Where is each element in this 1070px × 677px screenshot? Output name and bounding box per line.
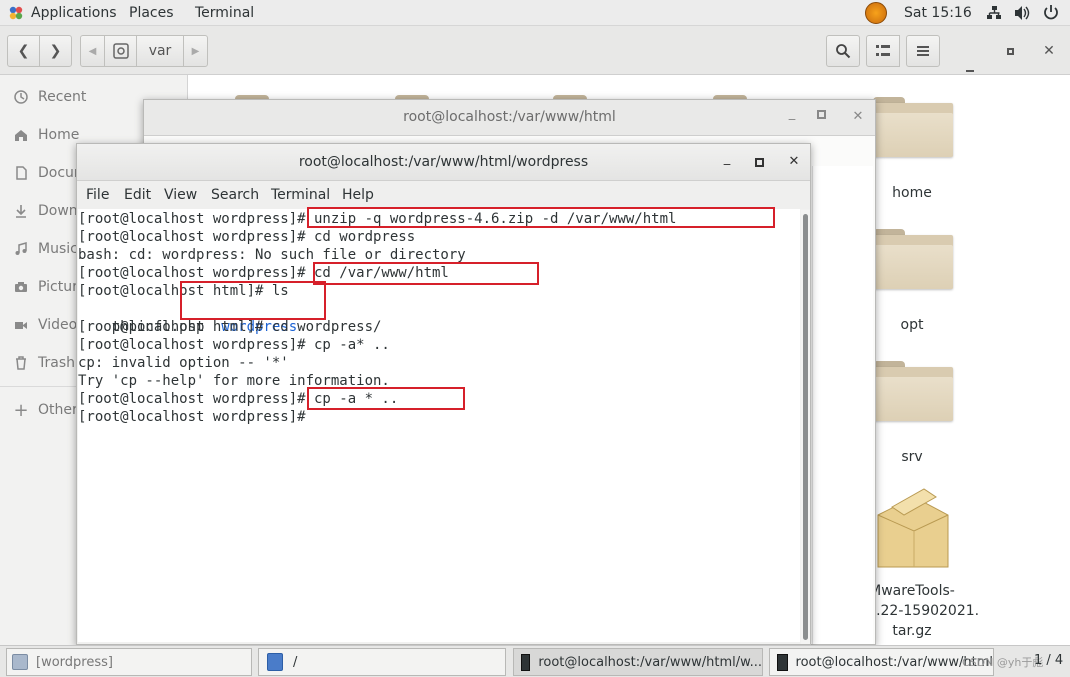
archive-icon[interactable] bbox=[874, 485, 952, 573]
document-icon bbox=[14, 166, 28, 180]
maximize-button[interactable] bbox=[1001, 35, 1019, 67]
highlight-box bbox=[180, 281, 326, 320]
terminal-line: cp: invalid option -- '*' bbox=[78, 355, 289, 371]
back-button[interactable]: ❮ bbox=[7, 35, 40, 67]
file-label[interactable]: home bbox=[862, 185, 962, 201]
terminal-line: [root@localhost wordpress]# bbox=[78, 409, 306, 425]
file-manager-icon bbox=[267, 653, 283, 671]
sidebar-item-label: Music bbox=[38, 241, 78, 257]
minimize-icon[interactable]: _ bbox=[719, 151, 735, 166]
window-title: root@localhost:/var/www/html/wordpress bbox=[298, 154, 589, 170]
scrollbar-thumb[interactable] bbox=[803, 214, 808, 640]
terminal-line: [root@localhost html]# cd wordpress/ bbox=[78, 319, 382, 335]
maximize-icon[interactable] bbox=[817, 110, 826, 119]
trash-icon bbox=[14, 356, 28, 370]
file-label[interactable]: opt bbox=[862, 317, 962, 333]
folder-icon[interactable] bbox=[873, 97, 953, 157]
clock-icon bbox=[14, 90, 28, 104]
minimize-button[interactable] bbox=[961, 64, 979, 72]
maximize-icon bbox=[1006, 47, 1014, 55]
highlight-box bbox=[313, 262, 539, 285]
close-button[interactable]: ✕ bbox=[1040, 35, 1058, 67]
sidebar-item-label: Trash bbox=[38, 355, 75, 371]
search-icon bbox=[836, 44, 851, 59]
applications-icon bbox=[8, 5, 24, 21]
hamburger-icon bbox=[917, 46, 929, 56]
close-icon[interactable]: ✕ bbox=[850, 109, 866, 124]
terminal-icon bbox=[777, 653, 788, 671]
triangle-right-icon: ▶ bbox=[191, 45, 200, 57]
path-root-button[interactable] bbox=[104, 35, 137, 67]
home-icon bbox=[14, 128, 28, 142]
terminal-line: [root@localhost wordpress]# cd wordpress bbox=[78, 229, 416, 245]
minimize-icon[interactable]: _ bbox=[784, 106, 800, 121]
menu-help[interactable]: Help bbox=[342, 187, 374, 203]
path-segment-var[interactable]: var bbox=[136, 35, 184, 67]
window-title: root@localhost:/var/www/html bbox=[403, 109, 616, 125]
workspace-switcher[interactable]: 1 / 4 bbox=[1034, 653, 1063, 668]
places-menu[interactable]: Places bbox=[129, 0, 174, 26]
search-button[interactable] bbox=[826, 35, 860, 67]
back-terminal-body bbox=[812, 166, 873, 644]
menu-view[interactable]: View bbox=[164, 187, 197, 203]
taskbar-item-root[interactable]: / bbox=[258, 648, 506, 676]
download-icon bbox=[14, 204, 28, 218]
terminal-menubar: File Edit View Search Terminal Help bbox=[77, 181, 810, 209]
watermark: CSDN @yh于彪 bbox=[962, 656, 1044, 669]
sidebar-item-label: Home bbox=[38, 127, 80, 143]
menu-search[interactable]: Search bbox=[211, 187, 259, 203]
terminal-line: [root@localhost wordpress]# cp -a* .. bbox=[78, 337, 390, 353]
applications-menu[interactable]: Applications bbox=[31, 0, 117, 26]
path-scroll-left-button[interactable]: ◀ bbox=[80, 35, 105, 67]
folder-icon[interactable] bbox=[873, 361, 953, 421]
menu-file[interactable]: File bbox=[86, 187, 109, 203]
menu-button[interactable] bbox=[906, 35, 940, 67]
highlight-box bbox=[307, 387, 465, 410]
triangle-left-icon: ◀ bbox=[88, 45, 97, 57]
list-view-icon bbox=[876, 45, 890, 56]
taskbar: [wordpress] / root@localhost:/var/www/ht… bbox=[0, 645, 1070, 677]
taskbar-item-terminal[interactable]: root@localhost:/var/www/html bbox=[769, 648, 994, 676]
menu-edit[interactable]: Edit bbox=[124, 187, 151, 203]
chevron-left-icon: ❮ bbox=[17, 43, 30, 59]
minimize-icon bbox=[966, 70, 974, 72]
highlight-box bbox=[307, 207, 775, 228]
sidebar-item-label: Recent bbox=[38, 89, 87, 105]
terminal-icon bbox=[521, 653, 531, 671]
power-icon[interactable] bbox=[1042, 0, 1060, 26]
menu-terminal[interactable]: Terminal bbox=[271, 187, 330, 203]
path-scroll-right-button[interactable]: ▶ bbox=[183, 35, 208, 67]
music-icon bbox=[14, 242, 28, 256]
view-list-button[interactable] bbox=[866, 35, 900, 67]
maximize-icon[interactable] bbox=[755, 158, 764, 167]
close-icon: ✕ bbox=[1043, 43, 1055, 59]
top-bar: Applications Places Terminal Sat 15:16 bbox=[0, 0, 1070, 26]
plus-icon: + bbox=[13, 399, 29, 421]
taskbar-item-files[interactable]: [wordpress] bbox=[6, 648, 252, 676]
drive-icon bbox=[112, 43, 129, 59]
video-icon bbox=[14, 318, 28, 332]
terminal-menu[interactable]: Terminal bbox=[195, 0, 254, 26]
folder-icon bbox=[12, 654, 28, 670]
folder-icon[interactable] bbox=[873, 229, 953, 289]
file-manager-header: ❮ ❯ ◀ var ▶ ✕ bbox=[0, 26, 1070, 75]
clock[interactable]: Sat 15:16 bbox=[904, 0, 972, 26]
close-icon[interactable]: ✕ bbox=[786, 154, 802, 169]
chevron-right-icon: ❯ bbox=[49, 43, 62, 59]
file-label[interactable]: srv bbox=[862, 449, 962, 465]
network-icon[interactable] bbox=[985, 0, 1003, 26]
app-indicator-icon[interactable] bbox=[865, 2, 887, 24]
volume-icon[interactable] bbox=[1013, 0, 1031, 26]
forward-button[interactable]: ❯ bbox=[39, 35, 72, 67]
camera-icon bbox=[14, 280, 28, 294]
taskbar-item-terminal-active[interactable]: root@localhost:/var/www/html/w... bbox=[513, 648, 763, 676]
